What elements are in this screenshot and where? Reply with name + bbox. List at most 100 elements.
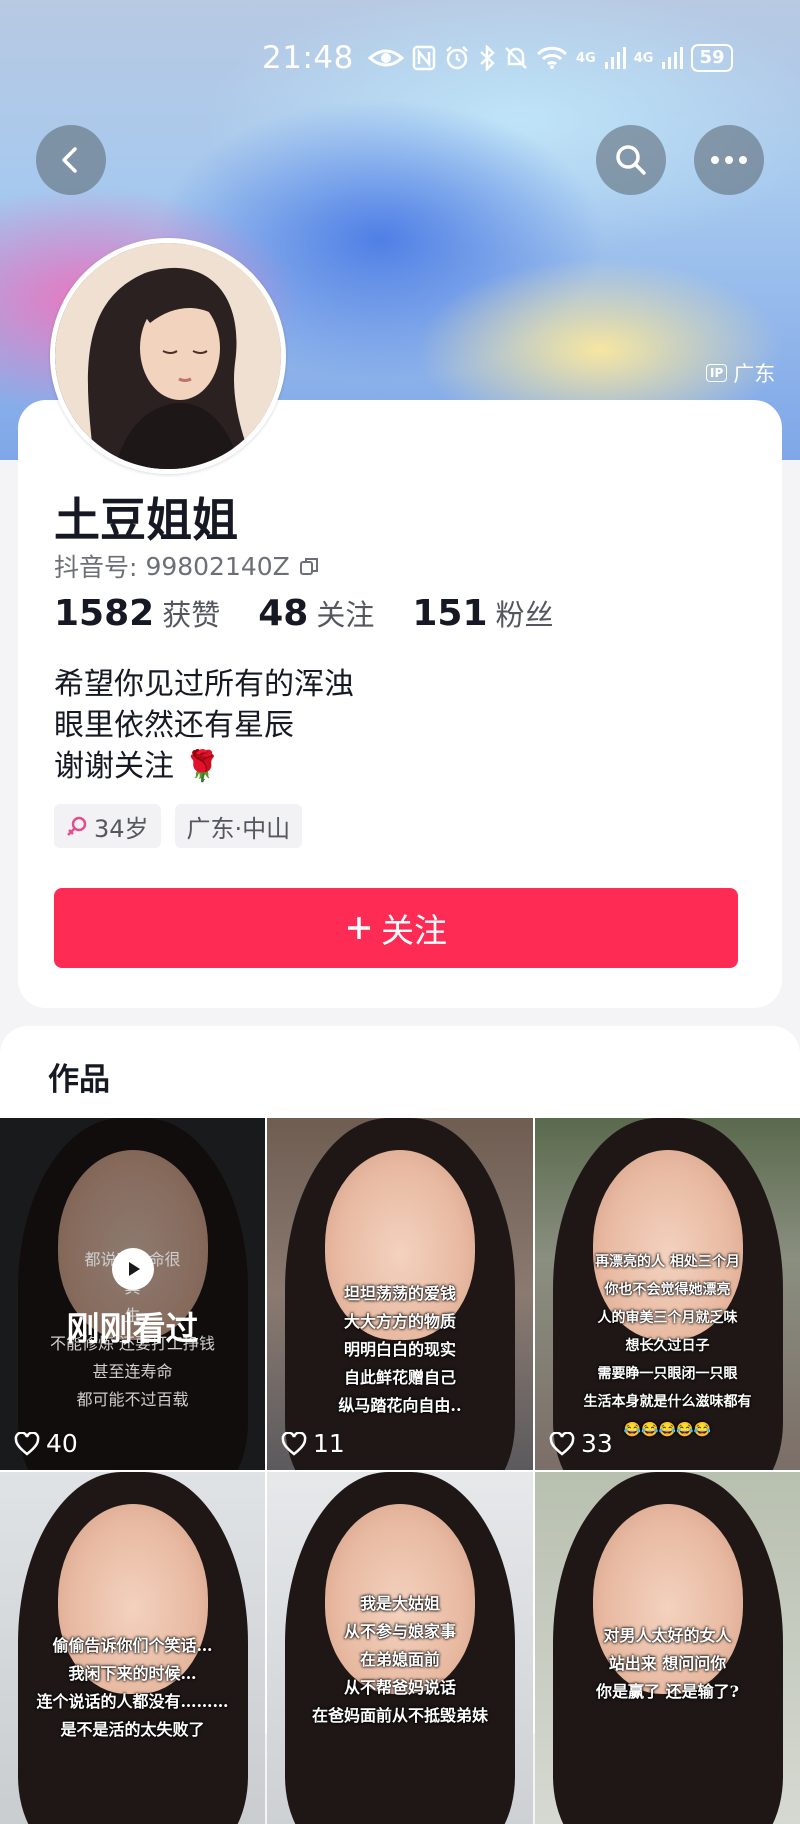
status-time: 21:48 (262, 40, 354, 76)
avatar[interactable] (50, 238, 286, 474)
bluetooth-icon (480, 45, 495, 71)
caption-line: 生活本身就是什么滋味都有 (583, 1394, 752, 1410)
video-caption: 坦坦荡荡的爱钱 大大方方的物质 明明白白的现实 自此鲜花赠自己 纵马踏花向自由.… (267, 1280, 533, 1420)
caption-line: 再漂亮的人 相处三个月 (595, 1254, 740, 1270)
caption-line: 从不参与娘家事 (343, 1622, 456, 1641)
stat-value: 151 (412, 593, 488, 634)
caption-line: 我是大姑姐 (359, 1594, 440, 1613)
video-caption: 我是大姑姐 从不参与娘家事 在弟媳面前 从不帮爸妈说话 在爸妈面前从不抵毁弟妹 (267, 1590, 533, 1730)
tag-age: 34岁 (54, 804, 161, 848)
stat-following[interactable]: 48 关注 (258, 592, 374, 634)
caption-line: 想长久过日子 (625, 1338, 710, 1354)
caption-line: 你是赢了 还是输了? (596, 1682, 739, 1701)
video-grid: 都说荒天命很 其 生 不能修炼 还要打工挣钱 甚至连寿命 都可能不过百载 刚刚看… (0, 1118, 800, 1824)
eye-icon (368, 49, 404, 67)
search-icon (616, 145, 646, 175)
search-button[interactable] (596, 125, 666, 195)
heart-icon (549, 1431, 575, 1456)
signal-bars-icon (662, 47, 684, 69)
play-icon (112, 1248, 154, 1290)
works-section: 作品 都说荒天命很 其 生 不能修炼 还要打工挣钱 甚至连寿命 都可能不过百载 … (0, 1026, 800, 1824)
caption-line: 需要睁一只眼闭一只眼 (597, 1366, 738, 1382)
works-tab[interactable]: 作品 (48, 1054, 110, 1099)
video-thumbnail[interactable]: 我是大姑姐 从不参与娘家事 在弟媳面前 从不帮爸妈说话 在爸妈面前从不抵毁弟妹 (267, 1472, 533, 1824)
video-thumbnail[interactable]: 对男人太好的女人 站出来 想问问你 你是赢了 还是输了? (535, 1472, 800, 1824)
video-caption: 偷偷告诉你们个笑话… 我闲下来的时候… 连个说话的人都没有……… 是不是活的太失… (0, 1632, 265, 1744)
caption-line: 我闲下来的时候… (68, 1664, 197, 1683)
mute-bell-icon (505, 47, 527, 69)
caption-line: 明明白白的现实 (343, 1340, 456, 1359)
caption-line: 偷偷告诉你们个笑话… (52, 1636, 213, 1655)
video-thumbnail[interactable]: 偷偷告诉你们个笑话… 我闲下来的时候… 连个说话的人都没有……… 是不是活的太失… (0, 1472, 265, 1824)
profile-tags: 34岁 广东·中山 (54, 804, 303, 848)
signal-label-1: 4G (576, 50, 596, 66)
battery-indicator: 59 (691, 44, 733, 72)
stat-label: 获赞 (162, 598, 221, 632)
like-count-value: 33 (581, 1429, 613, 1458)
status-bar: 21:48 4G 4G 59 (0, 38, 800, 78)
signal-bars-icon (604, 47, 626, 69)
like-count-value: 11 (313, 1429, 345, 1458)
caption-line: 站出来 想问问你 (608, 1654, 727, 1673)
tag-location-text: 广东·中山 (186, 814, 291, 843)
like-count: 11 (281, 1429, 345, 1458)
stat-value: 48 (258, 593, 309, 634)
profile-stats: 1582 获赞 48 关注 151 粉丝 (54, 592, 554, 634)
caption-line: 大大方方的物质 (343, 1312, 456, 1331)
caption-line: 坦坦荡荡的爱钱 (343, 1284, 456, 1303)
profile-name: 土豆姐姐 (54, 493, 238, 547)
video-caption: 再漂亮的人 相处三个月 你也不会觉得她漂亮 人的审美三个月就乏味 想长久过日子 … (535, 1248, 800, 1444)
caption-line: 是不是活的太失败了 (60, 1720, 205, 1739)
stat-value: 1582 (54, 593, 155, 634)
caption-line: 人的审美三个月就乏味 (597, 1310, 738, 1326)
stat-likes: 1582 获赞 (54, 592, 220, 634)
heart-icon (14, 1431, 40, 1456)
profile-bio: 希望你见过所有的浑浊 眼里依然还有星辰 谢谢关注 🌹 (54, 664, 354, 787)
chevron-left-icon (62, 147, 77, 173)
status-icons: 4G 4G 59 (368, 44, 733, 72)
more-button[interactable] (694, 125, 764, 195)
more-dots-icon (711, 156, 747, 164)
like-count: 40 (14, 1429, 78, 1458)
wifi-icon (536, 46, 568, 69)
follow-button[interactable]: 关注 (54, 888, 738, 968)
caption-line: 自此鲜花赠自己 (343, 1368, 456, 1387)
douyin-id: 抖音号: 99802140Z (54, 548, 320, 584)
signal-label-2: 4G (633, 50, 654, 66)
caption-line: 都可能不过百载 (76, 1390, 189, 1409)
copy-icon[interactable] (298, 555, 320, 577)
stat-label: 粉丝 (495, 598, 554, 632)
avatar-illustration (55, 243, 281, 469)
stat-followers[interactable]: 151 粉丝 (412, 592, 553, 634)
back-button[interactable] (36, 125, 106, 195)
video-thumbnail[interactable]: 再漂亮的人 相处三个月 你也不会觉得她漂亮 人的审美三个月就乏味 想长久过日子 … (535, 1118, 800, 1470)
video-thumbnail[interactable]: 都说荒天命很 其 生 不能修炼 还要打工挣钱 甚至连寿命 都可能不过百载 刚刚看… (0, 1118, 265, 1470)
like-count-value: 40 (46, 1429, 78, 1458)
ip-location: IP 广东 (706, 358, 775, 388)
nfc-icon (412, 45, 436, 71)
caption-line: 从不帮爸妈说话 (343, 1678, 456, 1697)
tag-location: 广东·中山 (174, 804, 303, 848)
stat-label: 关注 (316, 598, 375, 632)
caption-line: 你也不会觉得她漂亮 (604, 1282, 731, 1298)
bio-line: 希望你见过所有的浑浊 (54, 667, 354, 702)
caption-line: 在弟媳面前 (359, 1650, 440, 1669)
alarm-icon (446, 46, 468, 70)
caption-line: 纵马踏花向自由.. (338, 1396, 462, 1415)
bio-line: 眼里依然还有星辰 (54, 708, 294, 743)
caption-line: 在爸妈面前从不抵毁弟妹 (311, 1706, 488, 1725)
tag-age-text: 34岁 (94, 814, 149, 843)
ip-location-text: 广东 (733, 362, 776, 386)
bio-line: 谢谢关注 🌹 (54, 749, 221, 784)
ip-badge: IP (706, 364, 728, 382)
video-caption: 对男人太好的女人 站出来 想问问你 你是赢了 还是输了? (535, 1622, 800, 1706)
video-thumbnail[interactable]: 坦坦荡荡的爱钱 大大方方的物质 明明白白的现实 自此鲜花赠自己 纵马踏花向自由.… (267, 1118, 533, 1470)
plus-icon (348, 917, 370, 939)
like-count: 33 (549, 1429, 613, 1458)
heart-icon (281, 1431, 307, 1456)
recently-watched-label: 刚刚看过 (66, 1309, 199, 1348)
douyin-id-label: 抖音号: (54, 553, 138, 582)
douyin-id-value: 99802140Z (145, 551, 290, 581)
follow-label: 关注 (381, 911, 447, 950)
caption-line: 连个说话的人都没有……… (36, 1692, 229, 1711)
